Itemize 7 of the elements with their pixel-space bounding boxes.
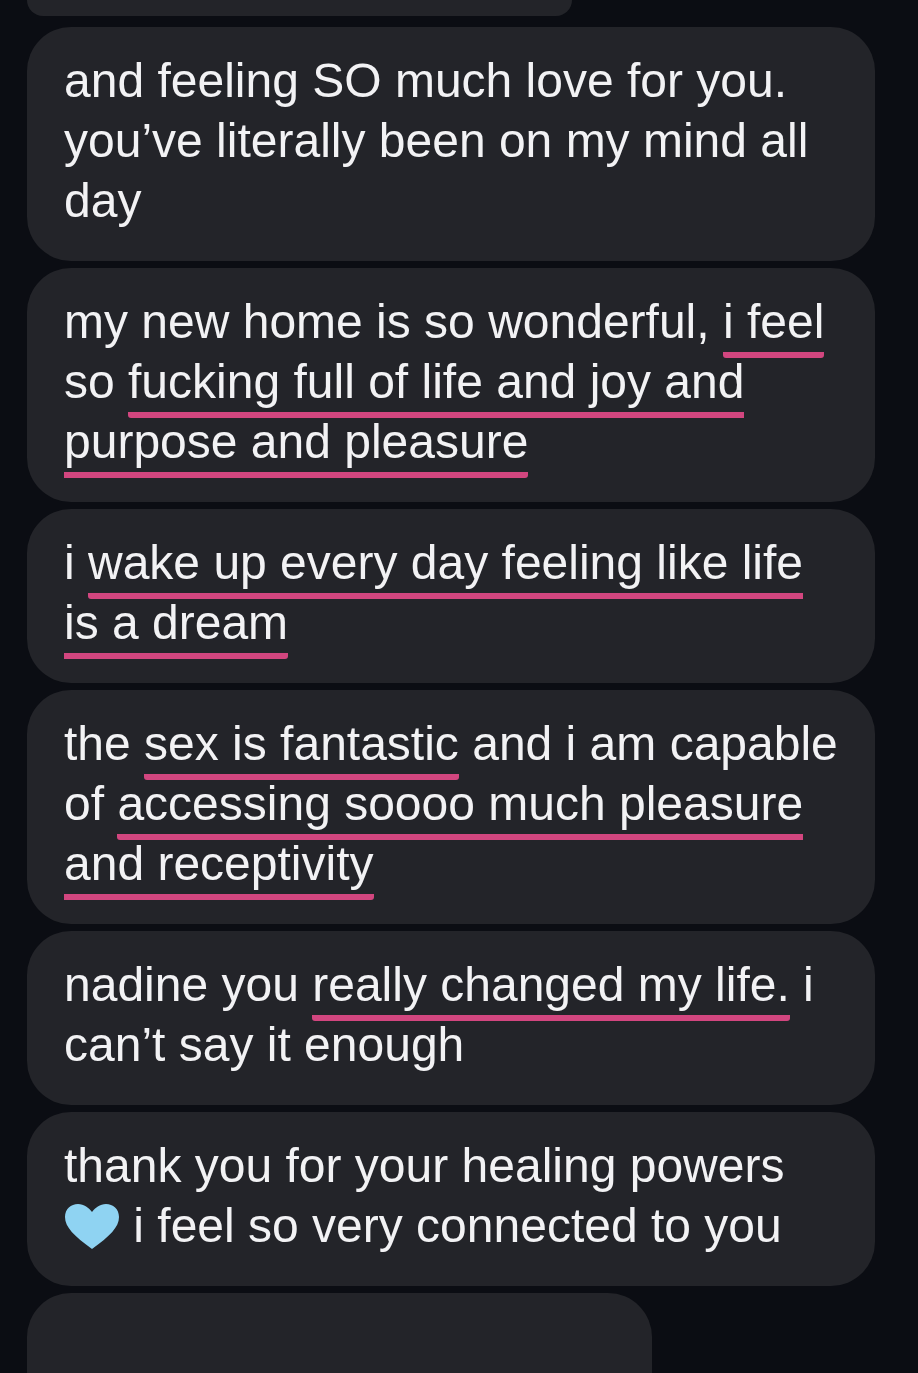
message-text: and feeling SO much love for you. you’ve literally been on my mind all day xyxy=(64,53,810,229)
message-text: my new home is so wonderful, i feel so fucking full of life and joy and purpose and pleasure xyxy=(64,292,845,482)
message-text: nadine you really changed my life. i can’t say it enough xyxy=(64,957,815,1073)
message-text: thank you for your healing powers i feel so very connected to you xyxy=(64,1138,786,1254)
message-text: the sex is fantastic and i am capable of accessing soooo much pleasure and receptivity xyxy=(64,714,845,904)
message-text: i wake up every day feeling like life is a dream xyxy=(64,533,845,663)
heart-icon xyxy=(64,1204,120,1250)
